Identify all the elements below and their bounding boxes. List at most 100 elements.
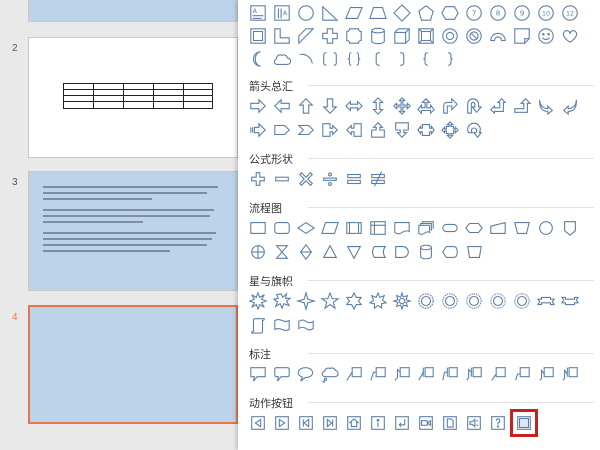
flowchart-terminator-shape[interactable] xyxy=(438,216,462,240)
left-up-arrow-shape[interactable] xyxy=(486,94,510,118)
chevron-shape[interactable] xyxy=(294,118,318,142)
flowchart-display-shape[interactable] xyxy=(438,240,462,264)
flowchart-magnetic-disk-shape[interactable] xyxy=(414,240,438,264)
rounded-rectangular-callout-shape[interactable] xyxy=(270,362,294,386)
flowchart-summing-junction-shape[interactable] xyxy=(246,240,270,264)
rectangular-callout-shape[interactable] xyxy=(246,362,270,386)
flowchart-multidocument-shape[interactable] xyxy=(414,216,438,240)
accent-callout-1-shape[interactable] xyxy=(414,362,438,386)
left-brace-shape[interactable] xyxy=(414,47,438,71)
oval-callout-shape[interactable] xyxy=(294,362,318,386)
up-arrow-callout-shape[interactable] xyxy=(366,118,390,142)
accent-border-callout-shape[interactable] xyxy=(558,362,582,386)
hexagon-shape[interactable] xyxy=(438,1,462,25)
cube-shape[interactable] xyxy=(390,24,414,48)
flowchart-process-shape[interactable] xyxy=(246,216,270,240)
action-button-back-shape[interactable] xyxy=(246,411,270,435)
diamond-shape[interactable] xyxy=(390,1,414,25)
ten-point-star-shape[interactable] xyxy=(414,289,438,313)
flowchart-decision-shape[interactable] xyxy=(294,216,318,240)
right-arrow-shape[interactable] xyxy=(246,94,270,118)
action-button-home-shape[interactable] xyxy=(342,411,366,435)
twelve-point-star-shape[interactable] xyxy=(438,289,462,313)
flowchart-data-shape[interactable] xyxy=(318,216,342,240)
equal-shape[interactable] xyxy=(342,167,366,191)
action-button-end-shape[interactable] xyxy=(318,411,342,435)
cloud-callout-shape[interactable] xyxy=(318,362,342,386)
left-arrow-callout-shape[interactable] xyxy=(342,118,366,142)
curved-left-arrow-shape[interactable] xyxy=(558,94,582,118)
border-callout-2-shape[interactable] xyxy=(510,362,534,386)
flowchart-delay-shape[interactable] xyxy=(390,240,414,264)
double-brace-shape[interactable] xyxy=(342,47,366,71)
action-button-help-shape[interactable] xyxy=(486,411,510,435)
accent-callout-3-shape[interactable] xyxy=(462,362,486,386)
twenty-four-point-star-shape[interactable] xyxy=(486,289,510,313)
slide-thumbnail-2[interactable] xyxy=(28,37,238,158)
u-turn-arrow-shape[interactable] xyxy=(462,94,486,118)
action-button-document-shape[interactable] xyxy=(438,411,462,435)
left-arrow-shape[interactable] xyxy=(270,94,294,118)
diagonal-stripe-shape[interactable] xyxy=(294,24,318,48)
flowchart-predefined-process-shape[interactable] xyxy=(342,216,366,240)
line-callout-2-shape[interactable] xyxy=(366,362,390,386)
action-button-beginning-shape[interactable] xyxy=(294,411,318,435)
pentagon-arrow-shape[interactable] xyxy=(270,118,294,142)
border-callout-3-shape[interactable] xyxy=(534,362,558,386)
circular-arrow-shape[interactable] xyxy=(462,118,486,142)
flowchart-manual-input-shape[interactable] xyxy=(486,216,510,240)
left-bracket-shape[interactable] xyxy=(366,47,390,71)
oval-shape[interactable] xyxy=(294,1,318,25)
smiley-face-shape[interactable] xyxy=(534,24,558,48)
parallelogram-shape[interactable] xyxy=(342,1,366,25)
trapezoid-shape[interactable] xyxy=(366,1,390,25)
double-bracket-shape[interactable] xyxy=(318,47,342,71)
quad-arrow-shape[interactable] xyxy=(390,94,414,118)
eight-point-star-shape[interactable] xyxy=(390,289,414,313)
moon-shape[interactable] xyxy=(246,47,270,71)
wave-shape[interactable] xyxy=(294,313,318,337)
flowchart-sort-shape[interactable] xyxy=(294,240,318,264)
bevel-shape[interactable] xyxy=(414,24,438,48)
explosion-2-shape[interactable] xyxy=(270,289,294,313)
block-arc-shape[interactable] xyxy=(486,24,510,48)
flowchart-stored-data-shape[interactable] xyxy=(366,240,390,264)
accent-callout-2-shape[interactable] xyxy=(438,362,462,386)
left-right-arrow-shape[interactable] xyxy=(342,94,366,118)
slide-thumbnail-1[interactable] xyxy=(28,0,238,22)
up-ribbon-shape[interactable] xyxy=(534,289,558,313)
circle-12-shape[interactable]: 12 xyxy=(558,1,582,25)
six-point-star-shape[interactable] xyxy=(342,289,366,313)
left-right-up-arrow-shape[interactable] xyxy=(414,94,438,118)
four-point-star-shape[interactable] xyxy=(294,289,318,313)
thirty-two-point-star-shape[interactable] xyxy=(510,289,534,313)
flowchart-manual-operation-shape[interactable] xyxy=(510,216,534,240)
decagon-shape[interactable]: 9 xyxy=(510,1,534,25)
heptagon-shape[interactable]: 7 xyxy=(462,1,486,25)
line-callout-1-shape[interactable] xyxy=(342,362,366,386)
slide-thumbnail-4-selected[interactable] xyxy=(28,305,238,424)
down-arrow-callout-shape[interactable] xyxy=(390,118,414,142)
five-point-star-shape[interactable] xyxy=(318,289,342,313)
flowchart-merge-shape[interactable] xyxy=(342,240,366,264)
explosion-1-shape[interactable] xyxy=(246,289,270,313)
flowchart-alternate-process-shape[interactable] xyxy=(270,216,294,240)
flowchart-internal-storage-shape[interactable] xyxy=(366,216,390,240)
heart-shape[interactable] xyxy=(558,24,582,48)
action-button-forward-shape[interactable] xyxy=(270,411,294,435)
octagon-shape[interactable]: 8 xyxy=(486,1,510,25)
flowchart-extract-shape[interactable] xyxy=(318,240,342,264)
quad-arrow-callout-shape[interactable] xyxy=(438,118,462,142)
minus-shape[interactable] xyxy=(270,167,294,191)
cloud-shape[interactable] xyxy=(270,47,294,71)
dodecagon-shape[interactable]: 10 xyxy=(534,1,558,25)
down-ribbon-shape[interactable] xyxy=(558,289,582,313)
plus-shape[interactable] xyxy=(246,167,270,191)
donut-shape[interactable] xyxy=(438,24,462,48)
can-shape[interactable] xyxy=(366,24,390,48)
right-bracket-shape[interactable] xyxy=(390,47,414,71)
striped-right-arrow-shape[interactable] xyxy=(246,118,270,142)
flowchart-document-shape[interactable] xyxy=(390,216,414,240)
no-symbol-shape[interactable] xyxy=(462,24,486,48)
curved-right-arrow-shape[interactable] xyxy=(534,94,558,118)
